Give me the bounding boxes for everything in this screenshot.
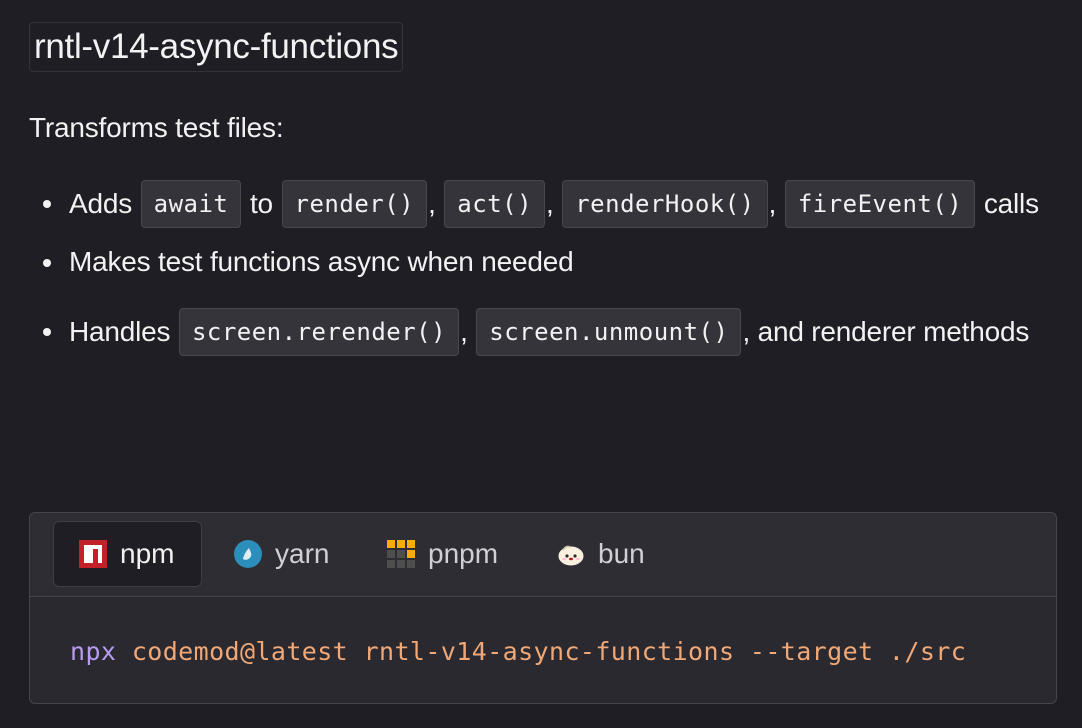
code-chip-renderhook: renderHook() (562, 180, 768, 228)
feature-text: Adds (69, 188, 133, 219)
feature-text: calls (983, 188, 1039, 219)
feature-list: Adds await to render(), act(), renderHoo… (29, 180, 1082, 356)
separator: , (768, 188, 777, 219)
code-chip-screen-rerender: screen.rerender() (178, 308, 460, 356)
tab-npm[interactable]: npm (53, 521, 202, 587)
code-chip-screen-unmount: screen.unmount() (476, 308, 742, 356)
separator: , (546, 188, 554, 219)
list-item: Adds await to render(), act(), renderHoo… (29, 180, 1082, 228)
tab-pnpm[interactable]: pnpm (387, 521, 498, 587)
install-tabs: npm yarn pnpm bun npx codemod@latest rnt… (29, 512, 1057, 704)
feature-text: Makes test functions async when needed (69, 246, 574, 277)
bun-icon (557, 545, 585, 567)
feature-text: to (249, 188, 273, 219)
command-args: codemod@latest rntl-v14-async-functions … (131, 636, 967, 666)
code-chip-fireevent: fireEvent() (784, 180, 976, 228)
page-title: rntl-v14-async-functions (29, 22, 404, 72)
tab-label: npm (120, 538, 175, 569)
tab-bun[interactable]: bun (557, 521, 645, 587)
code-chip-await: await (140, 180, 242, 228)
yarn-icon (234, 540, 262, 568)
code-chip-act: act() (444, 180, 546, 228)
code-chip-render: render() (281, 180, 428, 228)
command-runner: npx (70, 636, 117, 666)
npm-icon (79, 540, 107, 568)
list-item: Handles screen.rerender(), screen.unmoun… (29, 308, 1082, 356)
tab-yarn[interactable]: yarn (234, 521, 329, 587)
bullet-dot (43, 259, 51, 267)
separator: , (428, 188, 436, 219)
bullet-dot (43, 328, 51, 336)
tab-bar: npm yarn pnpm bun (30, 513, 1056, 597)
install-command: npx codemod@latest rntl-v14-async-functi… (30, 597, 1056, 703)
separator: , (460, 316, 468, 347)
feature-text: Handles (69, 316, 171, 347)
list-item: Makes test functions async when needed (29, 244, 1082, 280)
feature-text: , and renderer methods (742, 316, 1030, 347)
pnpm-icon (387, 540, 415, 568)
tab-label: pnpm (428, 538, 499, 569)
bullet-dot (43, 200, 51, 208)
tab-label: bun (598, 538, 645, 569)
tab-label: yarn (275, 538, 330, 569)
intro-text: Transforms test files: (29, 112, 284, 143)
